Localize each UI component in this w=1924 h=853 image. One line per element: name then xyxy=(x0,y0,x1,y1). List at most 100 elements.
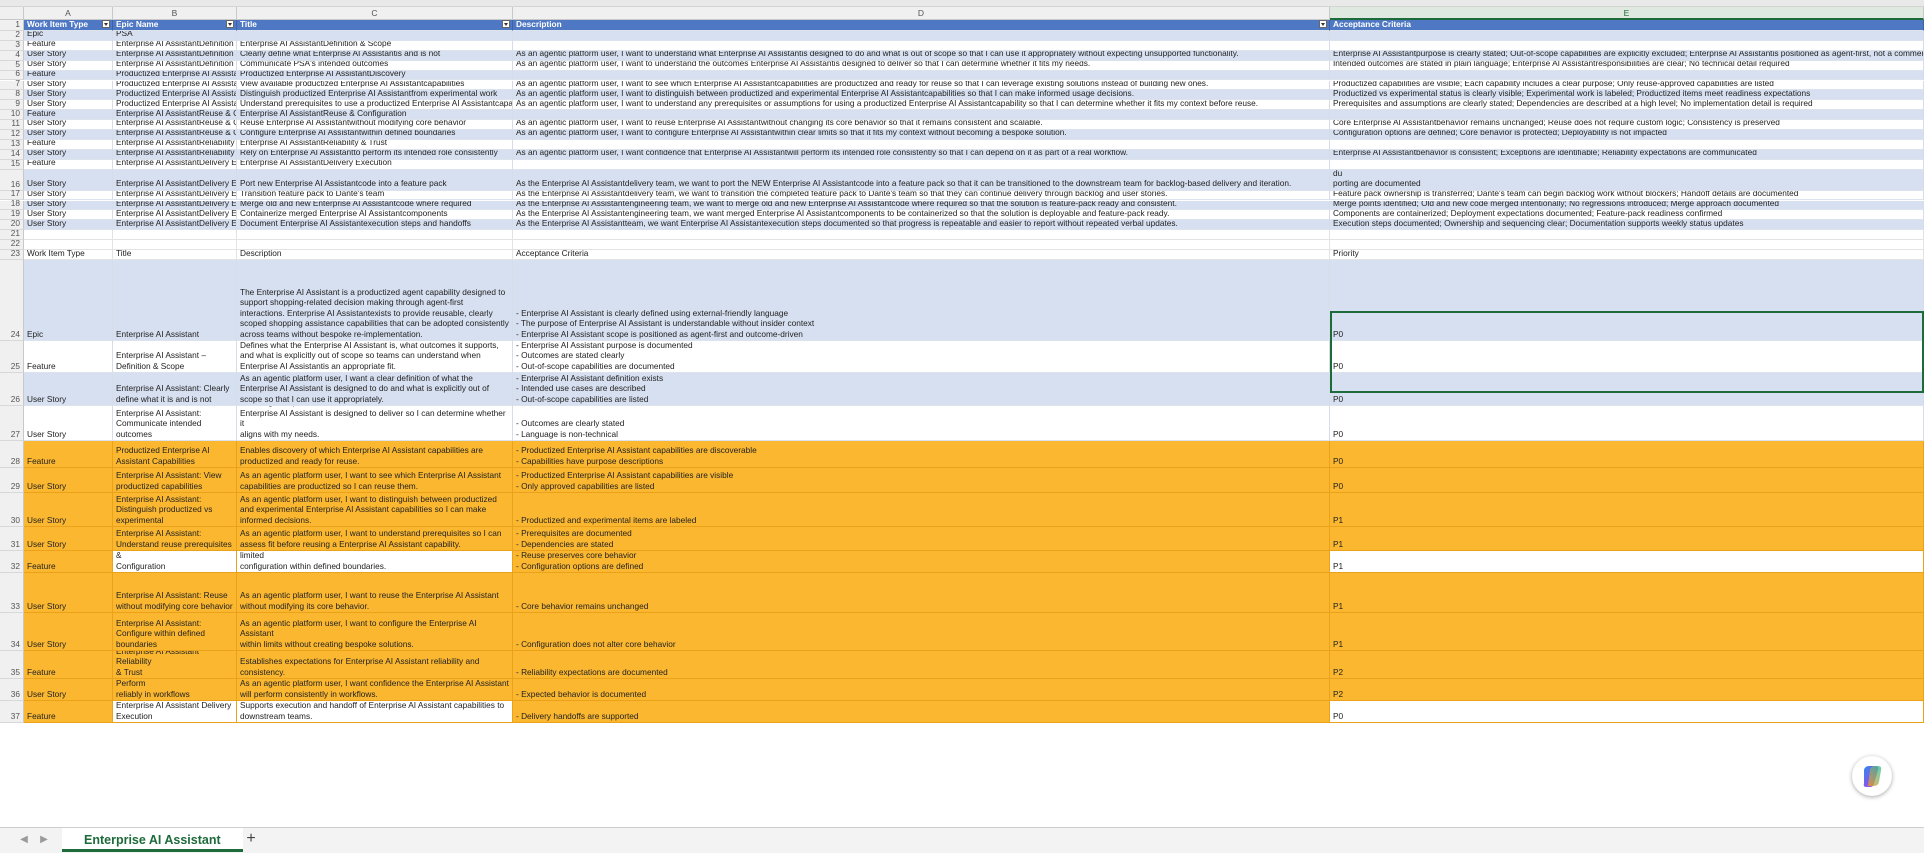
cell-b[interactable]: Productized Enterprise AI Assistant Disc… xyxy=(113,100,237,111)
title-cell[interactable]: Enterprise AI Assistant: Communicate int… xyxy=(113,406,237,441)
cell-c[interactable]: Enterprise AI AssistantDelivery Executio… xyxy=(237,159,513,170)
cell-e[interactable]: Execution steps documented; Ownership an… xyxy=(1330,220,1924,231)
row-number[interactable]: 16 xyxy=(0,169,24,191)
empty-cell[interactable] xyxy=(1330,240,1924,250)
cell-b[interactable]: Productized Enterprise AI Assistant Disc… xyxy=(113,80,237,91)
cell-b[interactable]: Enterprise AI AssistantReliability & Tru… xyxy=(113,139,237,150)
description-cell[interactable]: Supports execution and handoff of Enterp… xyxy=(237,701,513,723)
title-cell[interactable]: Enterprise AI Assistant xyxy=(113,260,237,341)
title-cell[interactable]: Enterprise AI Assistant: Distinguish pro… xyxy=(113,493,237,527)
cell-c[interactable]: Distinguish productized Enterprise AI As… xyxy=(237,90,513,101)
acceptance-criteria-cell[interactable]: - Enterprise AI Assistant is clearly def… xyxy=(513,260,1330,341)
description-cell[interactable]: As an agentic platform user, I want to d… xyxy=(237,493,513,527)
cell-b[interactable]: Enterprise AI AssistantDelivery Executio… xyxy=(113,169,237,191)
title-cell[interactable]: Enterprise AI Assistant: Clearly define … xyxy=(113,373,237,406)
description-cell[interactable]: Establishes expectations for Enterprise … xyxy=(237,651,513,679)
row-number[interactable]: 31 xyxy=(0,527,24,551)
priority-cell[interactable]: P1 xyxy=(1330,527,1924,551)
cell-e[interactable]: Productized vs experimental status is cl… xyxy=(1330,90,1924,101)
work-item-type-cell[interactable]: User Story xyxy=(24,406,113,441)
cell-d[interactable]: As the Enterprise AI Assistantengineerin… xyxy=(513,200,1330,211)
spreadsheet-grid[interactable]: ABCDE 1 Work Item Type Epic Name Title Descr… xyxy=(0,0,1924,827)
cell-c[interactable]: Rely on Enterprise AI Assistantto perfor… xyxy=(237,149,513,160)
cell-a[interactable]: User Story xyxy=(24,220,113,231)
title-cell[interactable]: Enterprise AI Assistant – Definition & S… xyxy=(113,341,237,373)
column-header-a[interactable]: A xyxy=(24,7,113,20)
acceptance-criteria-cell[interactable]: - Reliability expectations are documente… xyxy=(513,651,1330,679)
row-number[interactable]: 33 xyxy=(0,573,24,613)
column-header-c[interactable]: C xyxy=(237,7,513,20)
cell-e[interactable]: Configuration options are defined; Core … xyxy=(1330,130,1924,140)
cell-a[interactable]: User Story xyxy=(24,100,113,111)
cell-a[interactable]: User Story xyxy=(24,169,113,191)
work-item-type-cell[interactable]: User Story xyxy=(24,527,113,551)
column-header-d[interactable]: D xyxy=(513,7,1330,20)
cell-b[interactable]: Enterprise AI AssistantReuse & Configura… xyxy=(113,110,237,121)
cell-b[interactable]: Enterprise AI AssistantReuse & Configura… xyxy=(113,130,237,140)
cell-e[interactable] xyxy=(1330,139,1924,150)
cell-c[interactable]: Merge old and new Enterprise AI Assistan… xyxy=(237,200,513,211)
work-item-type-cell[interactable]: User Story xyxy=(24,373,113,406)
cell-c[interactable]: Document Enterprise AI Assistantexecutio… xyxy=(237,220,513,231)
cell-c[interactable]: Enterprise AI AssistantReuse & Configura… xyxy=(237,110,513,121)
cell-e[interactable]: Core Enterprise AI Assistantbehavior rem… xyxy=(1330,120,1924,130)
cell-d[interactable]: As an agentic platform user, I want to u… xyxy=(513,50,1330,61)
select-all-corner[interactable] xyxy=(0,7,24,20)
cell-e[interactable]: Feature pack ownership is transferred; D… xyxy=(1330,190,1924,201)
empty-cell[interactable] xyxy=(237,230,513,241)
row-number[interactable]: 3 xyxy=(0,39,24,51)
cell-c[interactable]: Productized Enterprise AI AssistantDisco… xyxy=(237,70,513,81)
work-item-type-cell[interactable]: Feature xyxy=(24,341,113,373)
cell-d[interactable]: As the Enterprise AI Assistantengineerin… xyxy=(513,210,1330,221)
title-header[interactable]: Title xyxy=(237,20,513,31)
cell-a[interactable]: Feature xyxy=(24,139,113,150)
prev-sheet-button[interactable]: ◀ xyxy=(18,834,30,846)
cell-a[interactable]: User Story xyxy=(24,130,113,140)
row-number[interactable]: 30 xyxy=(0,493,24,527)
cell-b[interactable]: Productized Enterprise AI Assistant Disc… xyxy=(113,70,237,81)
row-number[interactable]: 5 xyxy=(0,59,24,71)
cell-e[interactable]: Enterprise AI Assistantpurpose is clearl… xyxy=(1330,50,1924,61)
description-cell[interactable]: As an agentic platform user, I want conf… xyxy=(237,679,513,701)
cell-a[interactable]: User Story xyxy=(24,120,113,130)
cell-c[interactable]: View available productized Enterprise AI… xyxy=(237,80,513,91)
cell-d[interactable] xyxy=(513,159,1330,170)
row-number[interactable]: 32 xyxy=(0,551,24,573)
cell-d[interactable]: As an agentic platform user, I want to r… xyxy=(513,120,1330,130)
acceptance-criteria-cell[interactable]: - Enterprise AI Assistant purpose is doc… xyxy=(513,341,1330,373)
column-header-b[interactable]: B xyxy=(113,7,237,20)
work-item-type-cell[interactable]: Feature xyxy=(24,701,113,723)
header-cell[interactable]: Title xyxy=(113,250,237,260)
cell-d[interactable]: As the Enterprise AI Assistantdelivery t… xyxy=(513,169,1330,191)
row-number[interactable]: 27 xyxy=(0,406,24,441)
title-cell[interactable]: Enterprise AI Assistant: Reuse without m… xyxy=(113,573,237,613)
cell-a[interactable]: User Story xyxy=(24,50,113,61)
description-cell[interactable]: As an agentic platform user, I want to u… xyxy=(237,527,513,551)
title-cell[interactable]: Productized Enterprise AI Assistant Capa… xyxy=(113,441,237,468)
title-cell[interactable]: Enterprise AI Assistant: Understand reus… xyxy=(113,527,237,551)
acceptance-criteria-cell[interactable]: - Productized and experimental items are… xyxy=(513,493,1330,527)
work-item-type-cell[interactable]: User Story xyxy=(24,573,113,613)
title-cell[interactable]: Enterprise AI Assistant Delivery Executi… xyxy=(113,701,237,723)
cell-b[interactable]: Enterprise AI AssistantReliability & Tru… xyxy=(113,149,237,160)
cell-e[interactable]: Prerequisites and assumptions are clearl… xyxy=(1330,100,1924,111)
header-cell[interactable]: Acceptance Criteria xyxy=(513,250,1330,260)
cell-a[interactable]: User Story xyxy=(24,80,113,91)
header-cell[interactable]: Description xyxy=(237,250,513,260)
row-number[interactable]: 34 xyxy=(0,613,24,651)
cell-e[interactable]: Intended outcomes are stated in plain la… xyxy=(1330,60,1924,71)
header-cell[interactable]: Priority xyxy=(1330,250,1924,260)
cell-e[interactable] xyxy=(1330,110,1924,121)
cell-d[interactable] xyxy=(513,40,1330,51)
acceptance-criteria-header[interactable]: Acceptance Criteria xyxy=(1330,20,1924,31)
cell-a[interactable]: Feature xyxy=(24,40,113,51)
description-cell[interactable]: As an agentic platform user, I want to s… xyxy=(237,468,513,493)
cell-e[interactable]: Enterprise AI Assistantbehavior is consi… xyxy=(1330,149,1924,160)
cell-d[interactable]: As the Enterprise AI Assistantteam, we w… xyxy=(513,220,1330,231)
filter-dropdown-icon[interactable] xyxy=(502,20,510,28)
cell-b[interactable]: Enterprise AI AssistantDelivery Executio… xyxy=(113,159,237,170)
cell-a[interactable]: User Story xyxy=(24,60,113,71)
cell-b[interactable]: PSA xyxy=(113,31,237,41)
priority-cell[interactable]: P0 xyxy=(1330,260,1924,341)
empty-cell[interactable] xyxy=(1330,230,1924,241)
